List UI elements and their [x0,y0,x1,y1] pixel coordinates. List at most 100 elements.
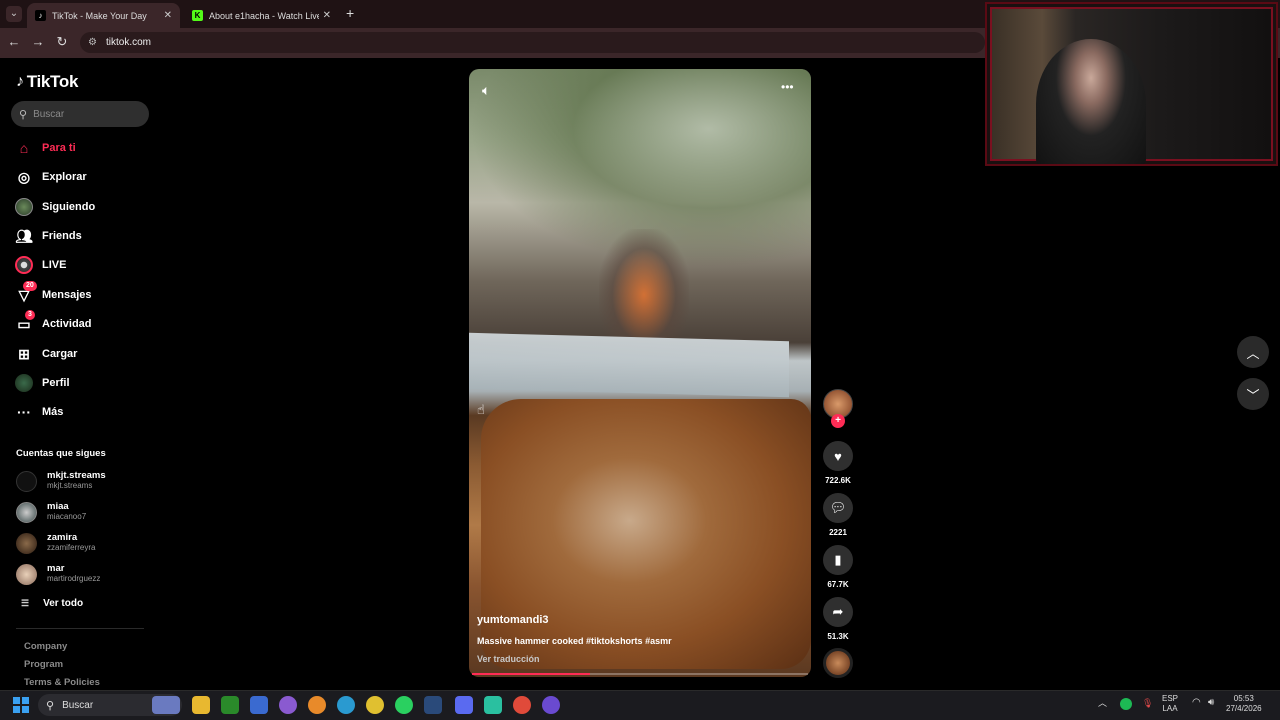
upload-icon: ⊞ [18,345,30,362]
tab-tiktok[interactable]: ♪ TikTok - Make Your Day ✕ [27,3,180,28]
video-caption: Massive hammer cooked #tiktokshorts #asm… [477,636,672,646]
keyboard-layout: LAA [1162,704,1178,713]
music-disc-icon[interactable] [823,648,853,678]
new-tab-icon[interactable]: + [346,6,354,20]
account-username: miacanoo7 [47,512,87,521]
sidebar-item-siguiendo[interactable]: Siguiendo [15,196,95,218]
site-settings-icon[interactable]: ⚙ [88,37,100,48]
search-input[interactable]: ⚲ Buscar [11,101,149,127]
chrome-icon[interactable] [366,696,384,714]
streamer-image [1036,39,1146,164]
share-button[interactable]: ➦ [823,597,853,627]
app-icon[interactable] [484,696,502,714]
sidebar-item-label: Cargar [42,348,78,360]
windows-start-icon[interactable] [13,697,29,713]
reload-icon[interactable]: ↻ [54,34,70,50]
forward-icon[interactable]: → [30,34,46,50]
video-progress-fill [472,673,590,675]
sidebar-item-cargar[interactable]: ⊞ Cargar [15,343,77,365]
webcam-overlay [985,2,1278,166]
microphone-icon[interactable]: 🎙︎ [1142,698,1153,708]
footer-link-company[interactable]: Company [24,641,67,652]
footer-link-program[interactable]: Program [24,659,63,670]
video-blade [469,332,789,398]
video-progress-bar[interactable] [472,673,808,675]
sidebar-item-actividad[interactable]: ▭ 3 Actividad [15,310,92,335]
wifi-icon[interactable]: ◠ [1192,698,1201,708]
tiktok-note-icon: ♪ [16,73,24,90]
volume-icon[interactable]: 🔊︎ [1208,698,1214,708]
more-icon: ··· [17,404,31,420]
clock-date: 27/4/2026 [1226,704,1262,713]
search-icon: ⚲ [46,699,55,712]
video-username[interactable]: yumtomandi3 [477,614,549,626]
search-icon: ⚲ [19,108,28,121]
save-count: 67.7K [827,580,849,589]
file-explorer-icon[interactable] [192,696,210,714]
activity-icon: ▭ 3 [15,310,35,333]
tab-search-menu-icon[interactable]: ⌄ [6,6,22,22]
widgets-icon[interactable] [152,696,180,714]
chrome-active-icon[interactable] [513,696,531,714]
sidebar-item-mensajes[interactable]: ▽ 20 Mensajes [15,281,92,306]
clock[interactable]: 05:53 27/4/2026 [1226,694,1262,714]
store-icon[interactable] [250,696,268,714]
mouse-cursor-icon: ☝︎ [477,402,485,417]
app-icon[interactable] [279,696,297,714]
footer-link-terms[interactable]: Terms & Policies [24,677,100,688]
edge-icon[interactable] [337,696,355,714]
sidebar-item-para-ti[interactable]: ⌂ Para ti [15,137,76,159]
video-player[interactable] [469,69,811,677]
spotify-icon[interactable] [1120,698,1132,710]
address-bar[interactable]: ⚙ tiktok.com [80,32,985,53]
follow-plus-icon[interactable]: + [831,414,845,428]
following-account[interactable]: mar martirodrguezz [16,562,100,586]
see-all-label: Ver todo [43,598,84,609]
sidebar-item-label: Explorar [42,171,87,183]
see-translation-link[interactable]: Ver traducción [477,654,540,664]
profile-icon [15,374,33,392]
save-button[interactable]: ▮ [823,545,853,575]
messages-icon: ▽ 20 [15,281,37,304]
close-tab-icon[interactable]: ✕ [323,10,331,21]
following-account[interactable]: miaa miacanoo7 [16,500,86,524]
next-video-button[interactable]: ﹀ [1237,378,1269,410]
comment-button[interactable]: 💬︎ [823,493,853,523]
discord-icon[interactable] [455,696,473,714]
sidebar-item-explorar[interactable]: ◎ Explorar [15,166,87,188]
see-all-button[interactable]: ☰ Ver todo [21,598,83,609]
following-account[interactable]: mkjt.streams mkjt.streams [16,469,106,493]
app-icon[interactable] [542,696,560,714]
messages-badge: 20 [23,281,37,291]
sidebar-item-live[interactable]: LIVE [15,254,66,276]
back-icon[interactable]: ← [6,34,22,50]
blender-icon[interactable] [308,696,326,714]
more-options-icon[interactable]: ••• [781,80,794,94]
tray-overflow-icon[interactable]: ︿ [1098,698,1107,708]
share-count: 51.3K [827,632,849,641]
xbox-icon[interactable] [221,696,239,714]
previous-video-button[interactable]: ︿ [1237,336,1269,368]
sidebar-item-friends[interactable]: 👥︎ Friends [15,225,82,247]
sidebar-item-mas[interactable]: ··· Más [15,401,63,423]
language-indicator[interactable]: ESP LAA [1162,694,1178,714]
following-account[interactable]: zamira zzamiferreyra [16,531,95,555]
chevron-up-icon: ︿ [1246,345,1260,361]
account-name: zamira [47,532,78,543]
tiktok-logo[interactable]: ♪ TikTok [16,72,78,92]
like-button[interactable]: ♥ [823,441,853,471]
avatar [16,470,37,492]
close-tab-icon[interactable]: ✕ [164,10,172,21]
heart-icon: ♥ [834,448,842,464]
sidebar-item-label: Para ti [42,142,76,154]
whatsapp-icon[interactable] [395,696,413,714]
share-icon: ➦ [832,604,844,619]
volume-icon[interactable]: 🔈︎ [482,82,490,99]
following-section-title: Cuentas que sigues [16,448,106,459]
video-cutting-board [481,399,811,669]
sidebar-item-perfil[interactable]: Perfil [15,372,70,394]
kick-favicon-icon: K [192,10,203,21]
steam-icon[interactable] [424,696,442,714]
tab-kick[interactable]: K About e1hacha - Watch Live on ✕ [184,3,339,28]
clock-time: 05:53 [1233,694,1254,703]
